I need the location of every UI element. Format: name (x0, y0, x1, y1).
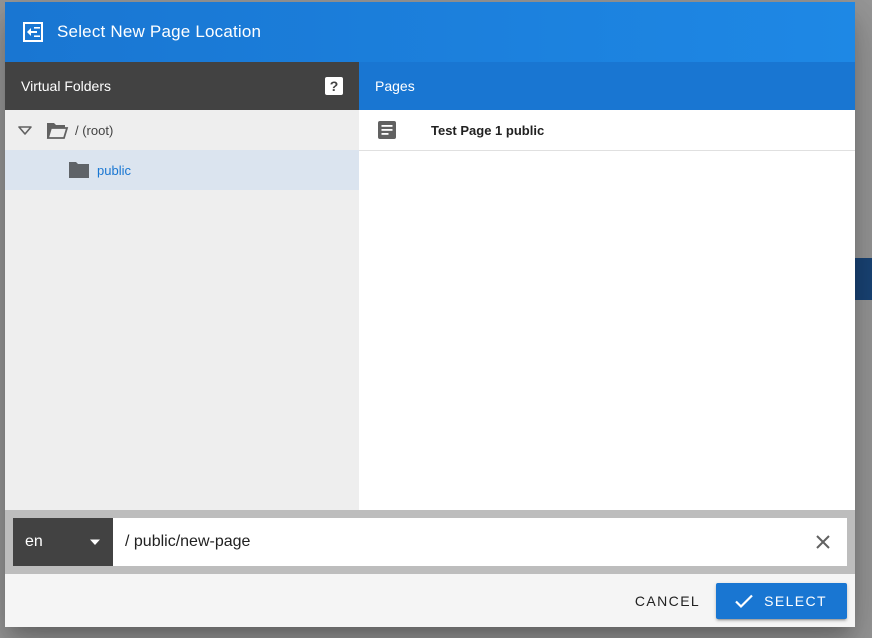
page-title: Test Page 1 public (431, 122, 545, 138)
select-label: SELECT (764, 592, 827, 609)
tree-item-label: public (97, 162, 131, 178)
folder-open-icon (45, 118, 69, 142)
folder-icon (67, 158, 91, 182)
dropdown-arrow-icon (89, 533, 101, 551)
pages-pane: Pages Test Page 1 public (359, 62, 855, 510)
virtual-folders-title: Virtual Folders (21, 78, 112, 94)
page-list-item[interactable]: Test Page 1 public (359, 110, 855, 151)
locale-select[interactable]: en (13, 518, 113, 566)
dialog-panes: Virtual Folders ? / (root) public Pages … (5, 62, 855, 510)
tree-item-root[interactable]: / (root) (5, 110, 359, 150)
dialog-titlebar: Select New Page Location (5, 2, 855, 62)
dialog-actions: CANCEL SELECT (5, 574, 855, 627)
tree-item-label: / (root) (75, 122, 114, 138)
close-icon[interactable] (811, 530, 835, 554)
cancel-label: CANCEL (634, 592, 701, 609)
dialog-title: Select New Page Location (57, 22, 262, 41)
select-button[interactable]: SELECT (716, 582, 847, 619)
tree-item-public[interactable]: public (5, 150, 359, 190)
cancel-button[interactable]: CANCEL (619, 583, 716, 619)
path-field (113, 518, 847, 566)
path-input[interactable] (125, 533, 811, 551)
virtual-folders-header: Virtual Folders ? (5, 62, 359, 110)
help-icon[interactable]: ? (325, 77, 343, 95)
pages-title: Pages (375, 78, 415, 94)
virtual-folders-pane: Virtual Folders ? / (root) public (5, 62, 359, 510)
locale-value: en (25, 533, 43, 550)
path-bar: en (5, 510, 855, 574)
check-icon (734, 591, 754, 611)
pages-header: Pages (359, 62, 855, 110)
move-to-inbox-icon (21, 20, 45, 44)
caret-down-icon[interactable] (17, 122, 33, 138)
select-page-location-dialog: Select New Page Location Virtual Folders… (5, 2, 855, 627)
document-icon (375, 118, 399, 142)
